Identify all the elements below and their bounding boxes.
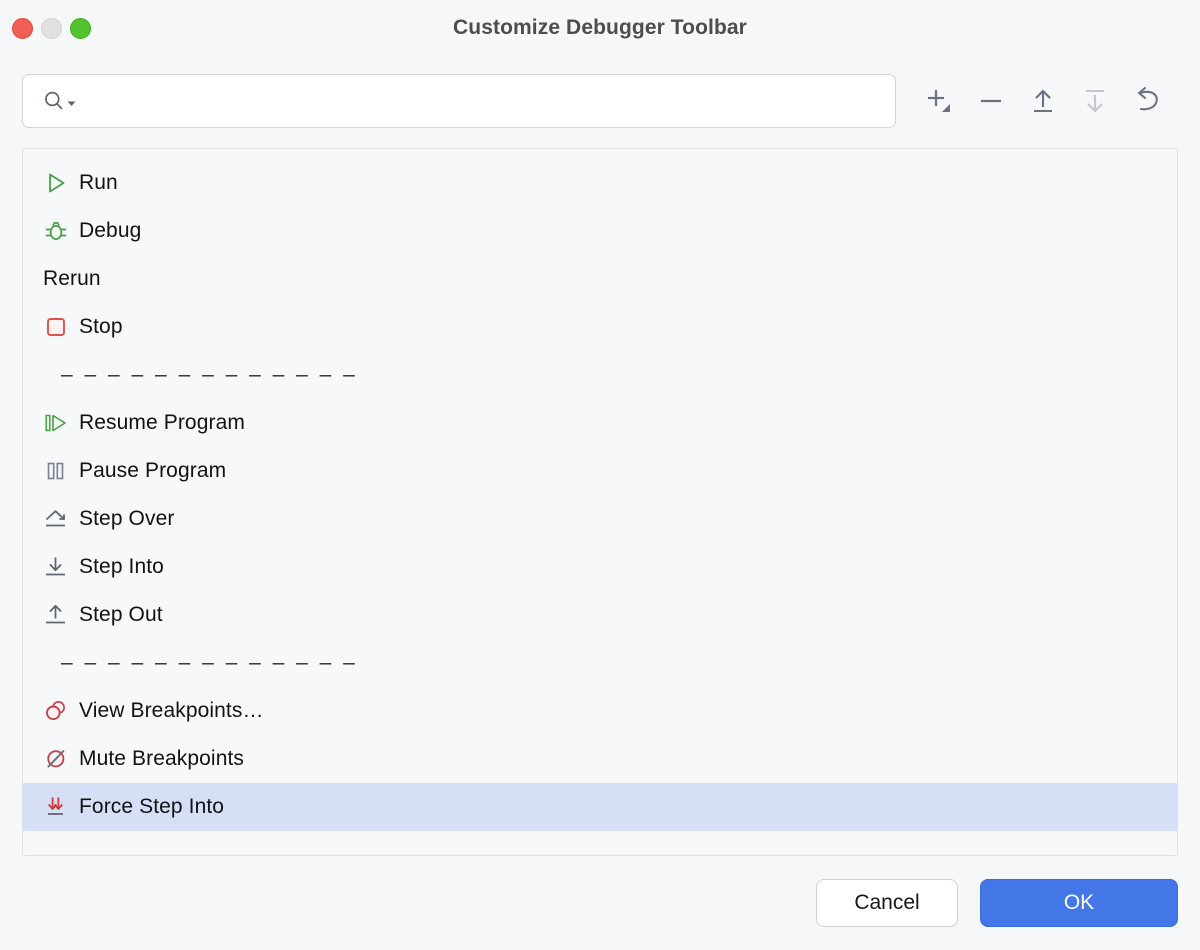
list-separator: – – – – – – – – – – – – – <box>23 351 1177 399</box>
toolbar-buttons <box>918 80 1168 122</box>
list-item[interactable]: Rerun <box>23 255 1177 303</box>
list-item-label: Mute Breakpoints <box>79 747 245 770</box>
maximize-window-button[interactable] <box>70 17 91 39</box>
run-icon <box>43 168 79 198</box>
cancel-button[interactable]: Cancel <box>816 879 958 927</box>
list-item-label: View Breakpoints… <box>79 699 264 722</box>
step-out-icon <box>43 600 79 630</box>
separator-dashes: – – – – – – – – – – – – – <box>61 363 358 386</box>
list-item-label: Step Out <box>79 603 163 626</box>
list-item[interactable]: Force Step Into <box>23 783 1177 831</box>
title-bar: Customize Debugger Toolbar <box>0 0 1200 56</box>
search-field[interactable] <box>22 74 896 128</box>
traffic-lights <box>12 0 91 56</box>
dialog-footer: Cancel OK <box>0 856 1200 950</box>
move-up-button[interactable] <box>1022 80 1064 122</box>
close-window-button[interactable] <box>12 17 33 39</box>
list-separator: – – – – – – – – – – – – – <box>23 639 1177 687</box>
view-breakpoints-icon <box>43 696 79 726</box>
minus-icon <box>981 99 1001 103</box>
list-item-label: Step Over <box>79 507 175 530</box>
resume-program-icon <box>43 408 79 438</box>
add-button[interactable] <box>918 80 960 122</box>
list-item-label: Debug <box>79 219 142 242</box>
search-icon[interactable] <box>43 90 77 112</box>
stop-icon <box>43 312 79 342</box>
force-step-into-icon <box>43 792 79 822</box>
customize-debugger-toolbar-dialog: Customize Debugger Toolbar Run Debug Rer… <box>0 0 1200 950</box>
pause-program-icon <box>43 456 79 486</box>
action-list-panel[interactable]: Run Debug Rerun Stop – – – – – – – – – –… <box>22 148 1178 856</box>
minimize-window-button[interactable] <box>41 17 62 39</box>
list-item[interactable]: Debug <box>23 207 1177 255</box>
chevron-down-icon <box>67 101 76 106</box>
reset-button[interactable] <box>1126 80 1168 122</box>
arrow-down-icon <box>1086 89 1104 113</box>
move-down-button[interactable] <box>1074 80 1116 122</box>
action-list: Run Debug Rerun Stop – – – – – – – – – –… <box>23 149 1177 831</box>
search-input[interactable] <box>87 89 881 113</box>
step-into-icon <box>43 552 79 582</box>
list-item[interactable]: Step Over <box>23 495 1177 543</box>
list-item[interactable]: Resume Program <box>23 399 1177 447</box>
ok-button[interactable]: OK <box>980 879 1178 927</box>
undo-arrow-icon <box>1137 86 1158 111</box>
list-item-label: Force Step Into <box>79 795 225 818</box>
list-item-label: Rerun <box>43 267 101 290</box>
remove-button[interactable] <box>970 80 1012 122</box>
page-title: Customize Debugger Toolbar <box>453 16 747 39</box>
list-item-label: Resume Program <box>79 411 245 434</box>
list-item[interactable]: Step Out <box>23 591 1177 639</box>
plus-with-dropdown-icon <box>928 90 950 112</box>
arrow-up-icon <box>1034 89 1052 113</box>
list-item[interactable]: Pause Program <box>23 447 1177 495</box>
list-item[interactable]: Stop <box>23 303 1177 351</box>
list-item-label: Stop <box>79 315 123 338</box>
mute-breakpoints-icon <box>43 744 79 774</box>
list-item[interactable]: Step Into <box>23 543 1177 591</box>
debug-bug-icon <box>43 216 79 246</box>
list-item[interactable]: Run <box>23 159 1177 207</box>
list-item-label: Run <box>79 171 118 194</box>
separator-dashes: – – – – – – – – – – – – – <box>61 651 358 674</box>
toolbar-row <box>0 56 1200 146</box>
step-over-icon <box>43 504 79 534</box>
list-item[interactable]: View Breakpoints… <box>23 687 1177 735</box>
list-item-label: Pause Program <box>79 459 227 482</box>
list-item[interactable]: Mute Breakpoints <box>23 735 1177 783</box>
list-item-label: Step Into <box>79 555 164 578</box>
